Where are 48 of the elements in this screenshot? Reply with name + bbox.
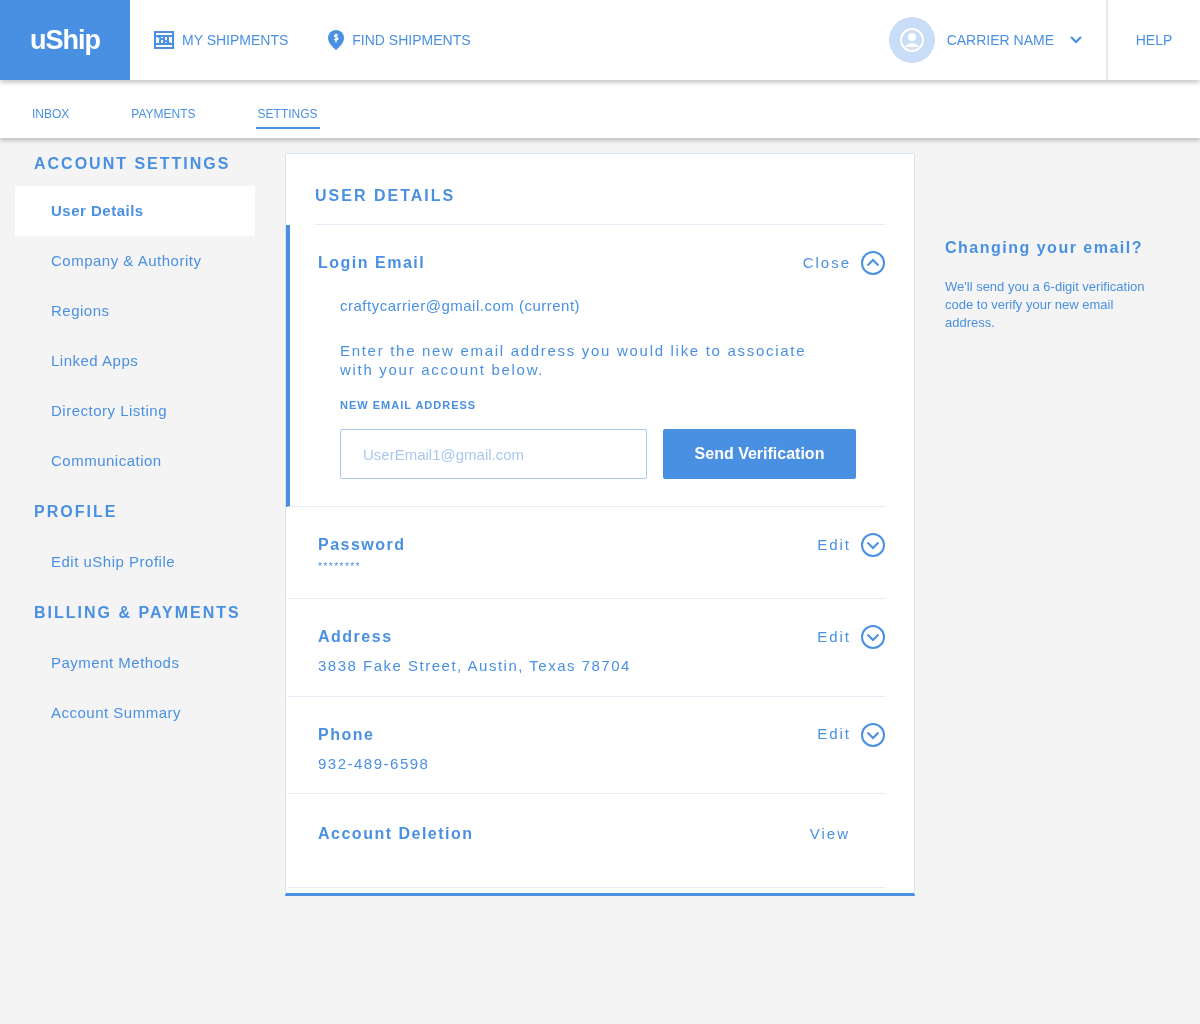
chevron-down-icon [1070, 36, 1082, 44]
sidebar-item[interactable]: Edit uShip Profile [15, 537, 255, 587]
help-link[interactable]: HELP [1135, 29, 1173, 51]
email-input-field[interactable]: UserEmail1@gmail.com [340, 429, 647, 479]
section-action[interactable]: Edit [817, 625, 885, 649]
sidebar-item[interactable]: Linked Apps [15, 336, 255, 386]
current-email: craftycarrier@gmail.com (current) [340, 296, 582, 316]
nav-tab[interactable]: INBOX [30, 101, 72, 129]
section-label: Password [318, 535, 406, 555]
section-action[interactable]: Close [802, 251, 885, 275]
sidebar-item[interactable]: Regions [15, 286, 255, 336]
section-label: Phone [318, 724, 375, 745]
sidebar-item[interactable]: Payment Methods [15, 638, 255, 688]
sidebar-item[interactable]: Account Summary [15, 688, 255, 738]
section-label: Address [318, 627, 393, 647]
field-value: ******** [318, 560, 363, 574]
chevron-up-icon [861, 251, 885, 275]
section-heading: ACCOUNT SETTINGS [33, 154, 232, 174]
section-label: Account Deletion [318, 824, 474, 844]
field-value: 3838 Fake Street, Austin, Texas 78704 [318, 656, 632, 676]
crate-icon [154, 31, 174, 49]
sidebar-item[interactable]: Directory Listing [15, 386, 255, 436]
panel-title: USER DETAILS [315, 184, 885, 225]
user-icon [899, 28, 924, 52]
nav-tab[interactable]: SETTINGS [255, 101, 320, 129]
instructions-text: Enter the new email address you would like to associate with your account below. [340, 340, 808, 379]
section-heading: PROFILE [33, 502, 119, 522]
chevron-down-icon [861, 722, 885, 747]
section-action[interactable]: Edit [817, 533, 885, 557]
send-verification-button[interactable]: Send Verification [663, 429, 856, 479]
map-pin-icon [328, 30, 345, 50]
sidebar-item[interactable]: User Details [15, 186, 255, 236]
section-label: Login Email [318, 253, 426, 273]
field-label: NEW EMAIL ADDRESS [340, 397, 478, 413]
nav-tab[interactable]: PAYMENTS [129, 101, 198, 129]
section-action[interactable]: Edit [817, 722, 885, 747]
nav-link[interactable]: MY SHIPMENTS [154, 29, 289, 51]
chevron-down-icon [861, 625, 885, 649]
user-menu[interactable]: CARRIER NAME [946, 29, 1082, 51]
sidebar-item[interactable]: Communication [15, 436, 255, 486]
section-heading: BILLING & PAYMENTS [33, 603, 242, 623]
section-action[interactable]: View [809, 822, 850, 846]
sidebar-item[interactable]: Company & Authority [15, 236, 255, 286]
aside-title: Changing your email? [945, 238, 1144, 258]
field-value: 932-489-6598 [318, 753, 431, 774]
nav-link[interactable]: FIND SHIPMENTS [328, 29, 471, 51]
aside-text: We'll send you a 6-digit verification code to verify your new email address. [945, 278, 1146, 332]
chevron-down-icon [861, 533, 885, 557]
